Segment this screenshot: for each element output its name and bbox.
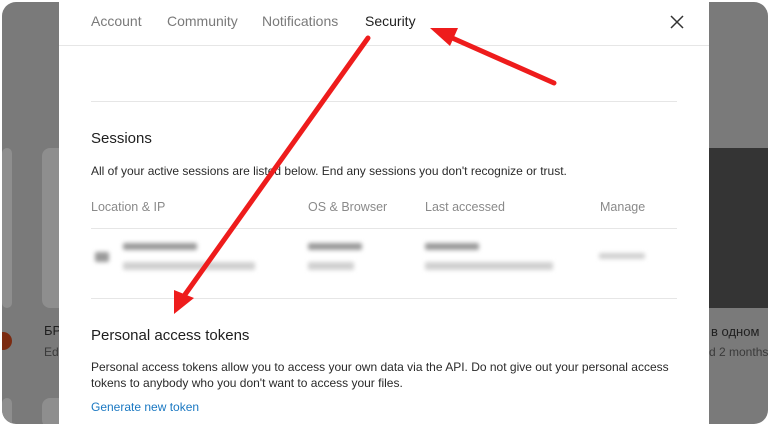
settings-modal: Account Community Notifications Security… — [59, 0, 709, 426]
background-avatar — [2, 332, 12, 350]
tab-account[interactable]: Account — [91, 13, 142, 29]
session-location-redacted — [123, 243, 197, 250]
column-location-ip: Location & IP — [91, 200, 166, 214]
sessions-title: Sessions — [91, 130, 152, 147]
session-date-redacted — [425, 262, 553, 270]
background-card-right-subtitle: d 2 months — [709, 345, 768, 359]
section-divider-top — [91, 101, 677, 102]
device-icon — [95, 252, 109, 262]
tab-security[interactable]: Security — [365, 13, 416, 29]
background-card-left-edge — [2, 148, 12, 308]
background-card-right-title: в одном — [711, 324, 760, 339]
column-os-browser: OS & Browser — [308, 200, 388, 214]
session-browser-redacted — [308, 262, 354, 270]
session-os-redacted — [308, 243, 362, 250]
column-last-accessed: Last accessed — [425, 200, 505, 214]
tab-notifications[interactable]: Notifications — [262, 13, 338, 29]
tokens-description: Personal access tokens allow you to acce… — [91, 360, 669, 390]
tab-community[interactable]: Community — [167, 13, 238, 29]
session-row-divider — [91, 228, 677, 229]
settings-tabs: Account Community Notifications Security — [59, 0, 709, 46]
tokens-title: Personal access tokens — [91, 327, 250, 344]
column-manage: Manage — [600, 200, 646, 214]
background-card-right — [709, 148, 768, 308]
background-card-bottom-left — [2, 398, 12, 424]
close-icon — [670, 15, 684, 29]
session-manage-redacted[interactable] — [599, 253, 645, 259]
section-divider-bottom — [91, 298, 677, 299]
session-time-redacted — [425, 243, 479, 250]
session-ip-redacted — [123, 262, 255, 270]
sessions-description: All of your active sessions are listed b… — [91, 164, 567, 178]
close-button[interactable] — [665, 10, 689, 34]
generate-token-link[interactable]: Generate new token — [91, 400, 199, 414]
